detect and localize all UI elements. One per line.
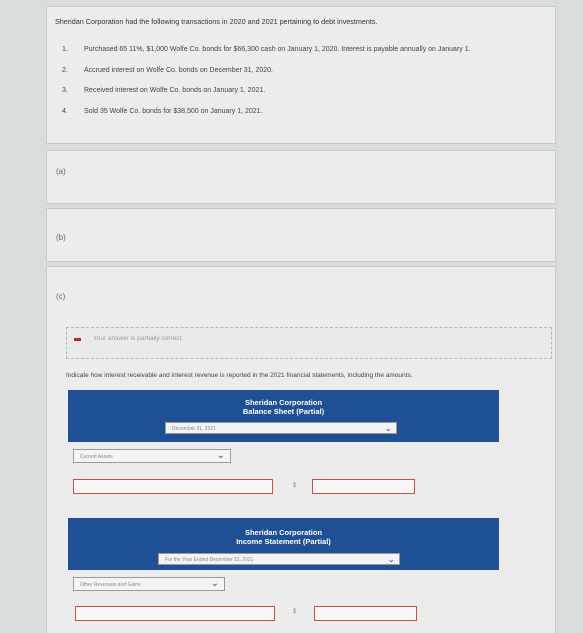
chevron-down-icon: ⌄: [384, 423, 392, 433]
feedback-message: Your answer is partially correct.: [93, 335, 184, 342]
part-b-panel[interactable]: [46, 208, 556, 262]
is-section-select[interactable]: Other Revenues and Gains ⌄: [73, 577, 225, 591]
partial-correct-icon: [74, 338, 81, 341]
transaction-text: Accrued interest on Wolfe Co. bonds on D…: [84, 67, 273, 74]
transaction-text: Sold 35 Wolfe Co. bonds for $38,500 on J…: [84, 108, 263, 115]
is-title: Income Statement (Partial): [236, 537, 331, 546]
is-account-input[interactable]: [75, 606, 275, 621]
question-panel: [46, 6, 556, 144]
is-date-value: For the Year Ended December 31, 2021: [165, 557, 254, 563]
question-intro: Sheridan Corporation had the following t…: [55, 17, 378, 26]
is-section-value: Other Revenues and Gains: [80, 582, 141, 588]
chevron-down-icon: ⌄: [216, 450, 225, 461]
is-dollar-sign: $: [293, 609, 297, 615]
bs-section-select[interactable]: Current Assets ⌄: [73, 449, 231, 463]
bs-section-value: Current Assets: [80, 454, 113, 460]
chevron-down-icon: ⌄: [387, 554, 395, 564]
bs-account-input[interactable]: [73, 479, 273, 494]
bs-company-name: Sheridan Corporation: [244, 398, 323, 407]
chevron-down-icon: ⌄: [210, 578, 219, 589]
income-statement-header: Sheridan Corporation Income Statement (P…: [68, 518, 499, 570]
transaction-text: Purchased 65 11%, $1,000 Wolfe Co. bonds…: [84, 46, 471, 53]
bs-date-select[interactable]: December 31, 2021 ⌄: [165, 422, 397, 434]
part-b-label: (b): [56, 233, 66, 242]
bs-amount-input[interactable]: [312, 479, 415, 494]
bs-dollar-sign: $: [293, 483, 297, 489]
transaction-text: Received interest on Wolfe Co. bonds on …: [84, 87, 266, 94]
feedback-box: Your answer is partially correct.: [66, 327, 552, 359]
is-amount-input[interactable]: [314, 606, 417, 621]
part-a-panel[interactable]: [46, 150, 556, 204]
transaction-number: 3.: [62, 87, 68, 94]
transaction-number: 2.: [62, 67, 68, 74]
transaction-number: 4.: [62, 108, 68, 115]
part-c-label: (c): [56, 292, 66, 301]
is-date-select[interactable]: For the Year Ended December 31, 2021 ⌄: [158, 553, 400, 565]
part-a-label: (a): [56, 167, 66, 176]
bs-title: Balance Sheet (Partial): [242, 407, 325, 416]
bs-date-value: December 31, 2021: [172, 426, 216, 432]
instruction-text: Indicate how interest receivable and int…: [66, 372, 413, 379]
balance-sheet-header: Sheridan Corporation Balance Sheet (Part…: [68, 390, 499, 442]
transaction-number: 1.: [62, 46, 68, 53]
is-company-name: Sheridan Corporation: [244, 528, 323, 537]
